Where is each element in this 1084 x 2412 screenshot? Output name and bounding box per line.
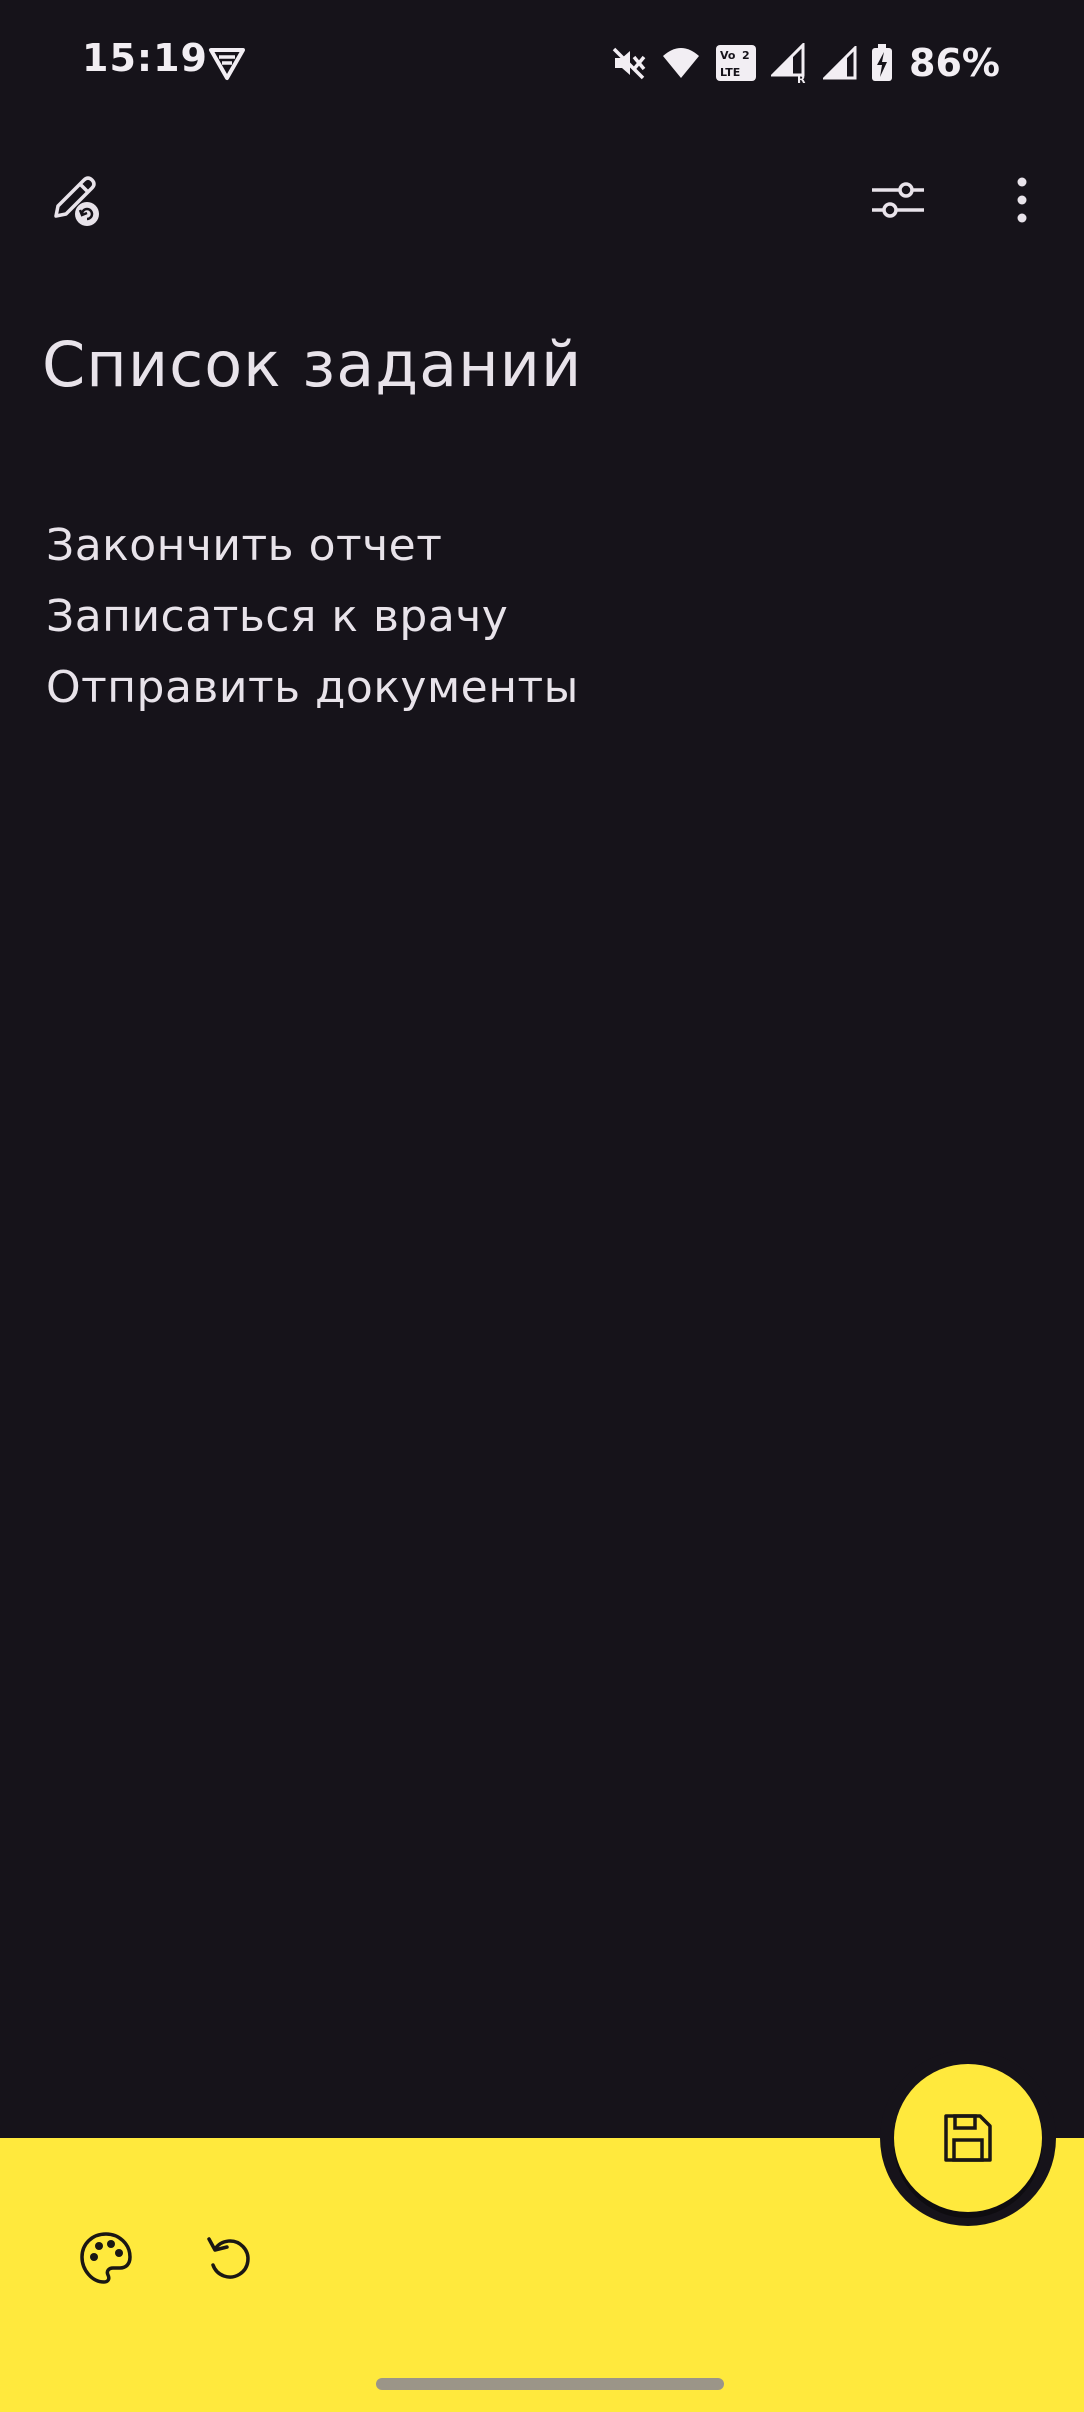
top-toolbar: [0, 150, 1084, 250]
status-time: 15:19: [82, 36, 208, 80]
signal-roaming-icon: R: [771, 43, 806, 83]
svg-text:2: 2: [742, 49, 750, 62]
battery-charging-icon: [872, 44, 893, 81]
wifi-icon: [663, 48, 700, 78]
color-palette-button[interactable]: [66, 2218, 146, 2298]
save-icon: [944, 2114, 992, 2162]
palette-icon: [80, 2232, 132, 2284]
save-button[interactable]: [894, 2064, 1042, 2212]
svg-text:LTE: LTE: [720, 66, 740, 79]
status-bar: 15:19 Vo 2 LTE R 86%: [0, 0, 1084, 126]
note-line[interactable]: Отправить документы: [46, 652, 1026, 723]
note-line[interactable]: Записаться к врачу: [46, 581, 1026, 652]
mute-icon: [612, 47, 646, 80]
more-options-button[interactable]: [1000, 160, 1044, 240]
vpn-icon: [209, 48, 245, 80]
status-icons: Vo 2 LTE R 86%: [611, 40, 1000, 86]
battery-level: 86%: [909, 41, 1000, 85]
signal-icon: [823, 46, 857, 80]
pen-undo-button[interactable]: [34, 160, 114, 240]
sliders-icon: [872, 182, 924, 218]
svg-text:Vo: Vo: [720, 49, 736, 62]
svg-text:R: R: [797, 73, 806, 83]
more-vert-icon: [1017, 177, 1027, 223]
volte-icon: Vo 2 LTE: [716, 45, 757, 81]
note-body[interactable]: Закончить отчет Записаться к врачу Отпра…: [46, 510, 1026, 723]
filter-settings-button[interactable]: [858, 160, 938, 240]
note-title[interactable]: Список заданий: [42, 328, 582, 401]
home-indicator[interactable]: [376, 2378, 724, 2390]
note-line[interactable]: Закончить отчет: [46, 510, 1026, 581]
pen-undo-icon: [54, 176, 99, 226]
undo-button[interactable]: [190, 2218, 270, 2298]
undo-icon: [207, 2237, 250, 2279]
